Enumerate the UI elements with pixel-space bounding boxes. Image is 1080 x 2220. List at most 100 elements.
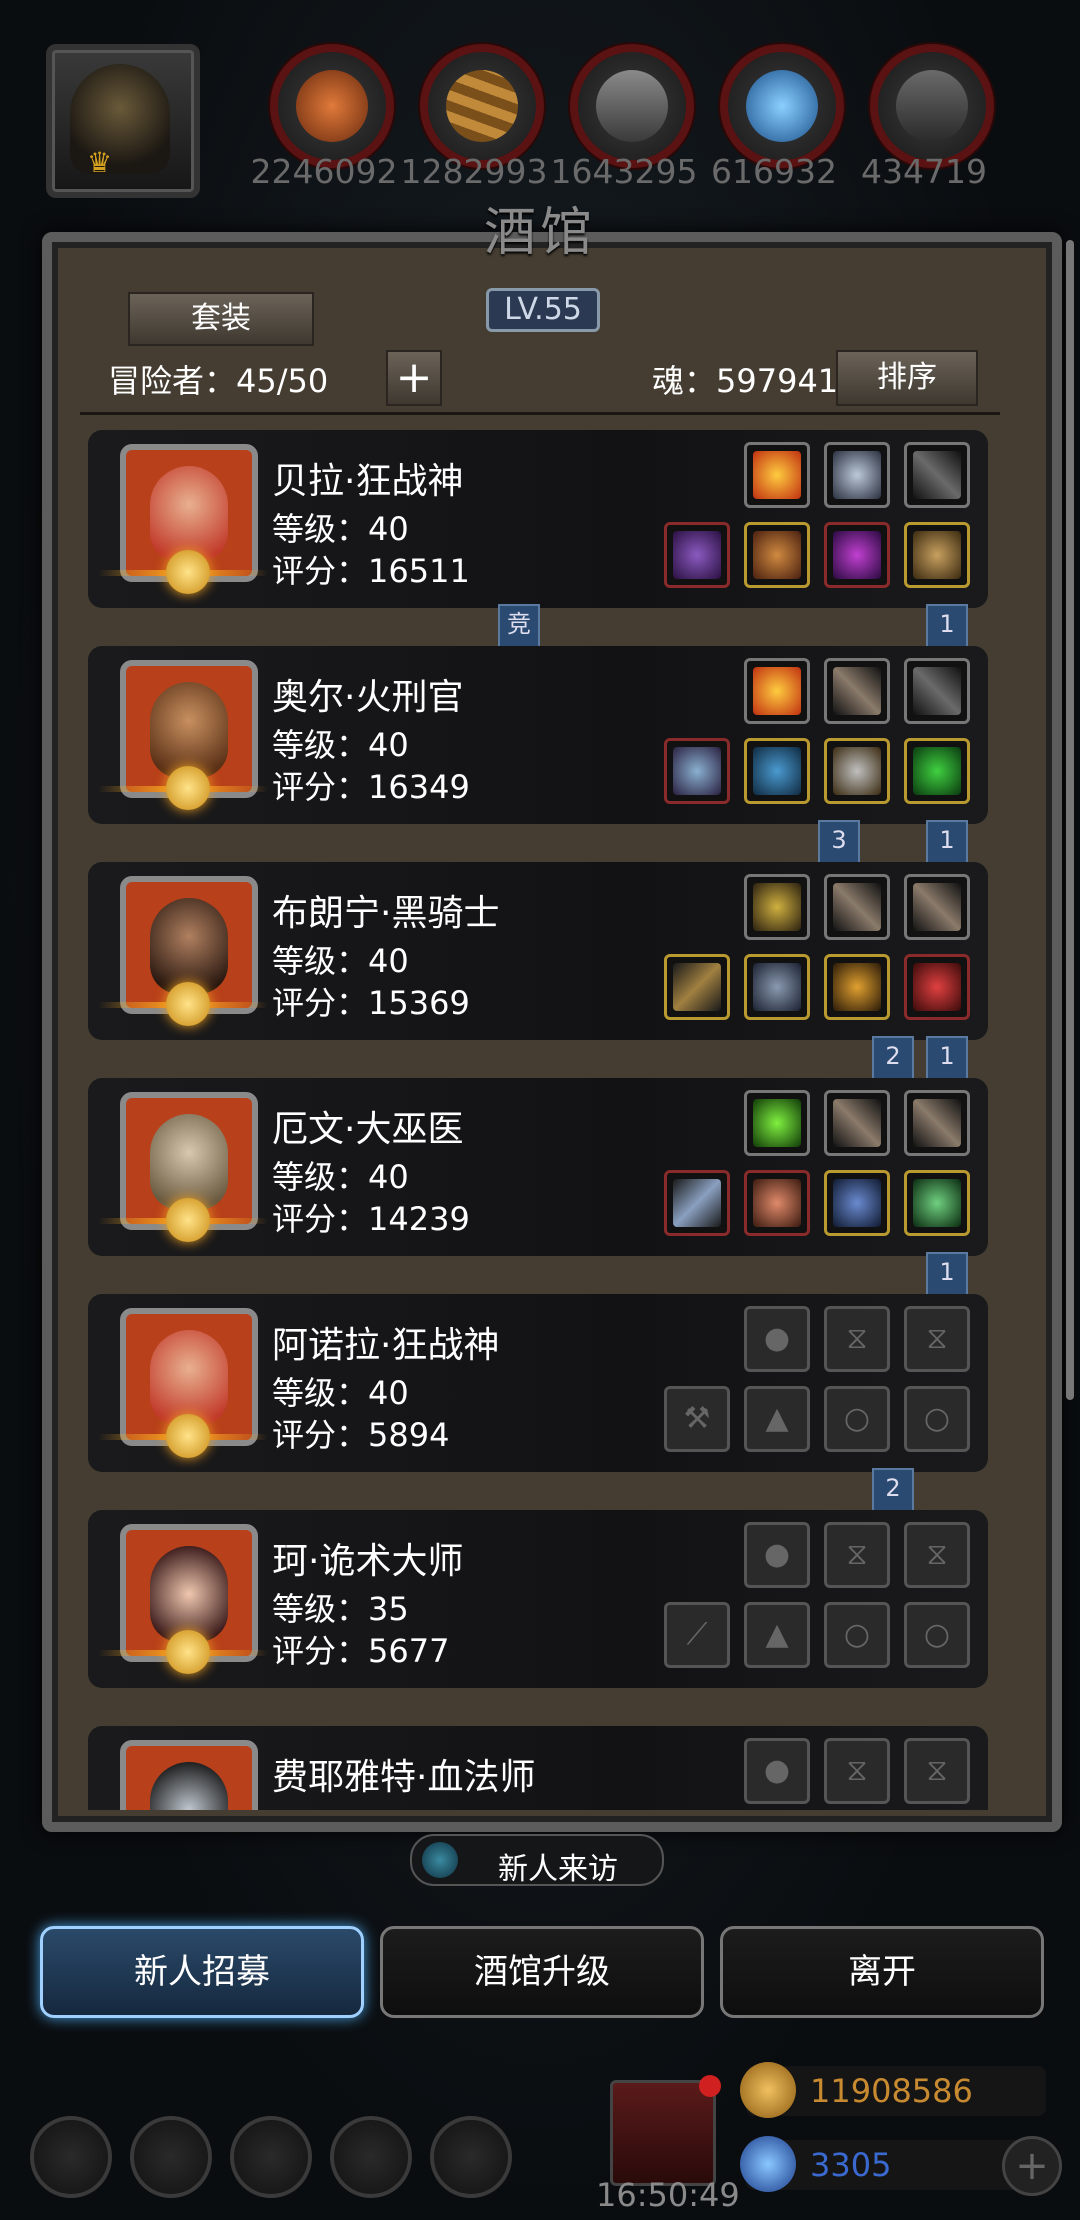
shield-skill-icon[interactable] xyxy=(744,874,810,940)
hourglass-placeholder-icon: ⧖ xyxy=(846,1753,868,1788)
axe-equip-icon[interactable] xyxy=(664,738,730,804)
player-avatar[interactable]: ♛ xyxy=(46,44,200,198)
empty-ring-slot[interactable]: ○ xyxy=(824,1386,890,1452)
empty-skill-slot[interactable]: ⧖ xyxy=(824,1738,890,1804)
empty-armor-slot[interactable]: ▲ xyxy=(744,1602,810,1668)
wood-resource-value: 1282993 xyxy=(400,152,548,191)
meat-resource-icon[interactable] xyxy=(270,44,394,168)
hero-score: 评分：15369 xyxy=(272,984,470,1022)
staff-equip-icon[interactable] xyxy=(664,1170,730,1236)
empty-skill-slot[interactable]: ⧖ xyxy=(904,1522,970,1588)
armor-placeholder-icon: ▲ xyxy=(765,1617,789,1652)
empty-ring-slot[interactable]: ○ xyxy=(904,1602,970,1668)
empty-skill-slot[interactable]: ● xyxy=(744,1306,810,1372)
hourglass-placeholder-icon: ⧖ xyxy=(926,1321,948,1356)
empty-ring-slot[interactable]: ○ xyxy=(824,1602,890,1668)
star-icon[interactable] xyxy=(130,2116,212,2198)
fire-skill-icon[interactable] xyxy=(744,658,810,724)
sort-button[interactable]: 排序 xyxy=(836,350,978,406)
fire-skill-icon[interactable] xyxy=(744,442,810,508)
iron-resource-icon[interactable] xyxy=(870,44,994,168)
blade-skill-icon[interactable] xyxy=(824,874,890,940)
amulet-equip-icon[interactable] xyxy=(904,738,970,804)
empty-skill-slot[interactable]: ⧖ xyxy=(904,1306,970,1372)
gift-box-icon[interactable] xyxy=(610,2075,721,2186)
timer-text: 16:50:49 xyxy=(596,2176,740,2214)
gold-value: 11908586 xyxy=(810,2072,973,2110)
hero-card[interactable]: 贝拉·狂战神 等级：40 评分：16511 xyxy=(88,430,988,608)
hero-card[interactable]: 费耶雅特·血法师 ● ⧖ ⧖ xyxy=(88,1726,988,1810)
empty-skill-slot[interactable]: ⧖ xyxy=(824,1522,890,1588)
flame-placeholder-icon: ● xyxy=(763,1537,791,1572)
helmet-equip-icon[interactable] xyxy=(824,522,890,588)
hero-score: 评分：5677 xyxy=(272,1632,450,1670)
scrollbar[interactable] xyxy=(1066,240,1074,1400)
blade-skill-icon[interactable] xyxy=(904,874,970,940)
hero-portrait xyxy=(120,1740,258,1810)
feather-skill-icon[interactable] xyxy=(904,442,970,508)
axe-equip-icon[interactable] xyxy=(664,522,730,588)
settings-gear-icon[interactable] xyxy=(30,2116,112,2198)
hero-name: 厄文·大巫医 xyxy=(272,1109,464,1150)
plus-icon[interactable]: + xyxy=(386,350,442,406)
empty-skill-slot[interactable]: ● xyxy=(744,1738,810,1804)
add-currency-icon[interactable]: + xyxy=(1002,2136,1062,2196)
amulet-equip-icon[interactable] xyxy=(824,954,890,1020)
leave-button[interactable]: 离开 xyxy=(720,1926,1044,2018)
recruit-button[interactable]: 新人招募 xyxy=(40,1926,364,2018)
crossbow-equip-icon[interactable] xyxy=(664,954,730,1020)
panel-title: 酒馆 xyxy=(483,203,596,263)
amulet-equip-icon[interactable] xyxy=(904,522,970,588)
feather-skill-icon[interactable] xyxy=(904,658,970,724)
blade-skill-icon[interactable] xyxy=(824,658,890,724)
hero-name: 贝拉·狂战神 xyxy=(272,461,464,502)
mail-icon[interactable] xyxy=(330,2116,412,2198)
upgrade-tavern-button[interactable]: 酒馆升级 xyxy=(380,1926,704,2018)
helmet-equip-icon[interactable] xyxy=(824,738,890,804)
hero-card[interactable]: 阿诺拉·狂战神 等级：40 评分：5894 ● ⧖ ⧖ ⚒ ▲ ○ ○ xyxy=(88,1294,988,1472)
hero-level: 等级：35 xyxy=(272,1590,409,1628)
stone-resource-icon[interactable] xyxy=(570,44,694,168)
gold-coin-icon xyxy=(740,2062,796,2118)
empty-ring-slot[interactable]: ○ xyxy=(904,1386,970,1452)
potion-equip-icon[interactable] xyxy=(904,954,970,1020)
empty-skill-slot[interactable]: ⧖ xyxy=(904,1738,970,1804)
rank-medal-icon xyxy=(166,766,210,810)
flame-placeholder-icon: ● xyxy=(763,1753,791,1788)
chest-icon[interactable] xyxy=(430,2116,512,2198)
hero-card[interactable]: 珂·诡术大师 等级：35 评分：5677 ● ⧖ ⧖ ⟋ ▲ ○ ○ xyxy=(88,1510,988,1688)
empty-weapon-slot[interactable]: ⟋ xyxy=(664,1602,730,1668)
blade-skill-icon[interactable] xyxy=(904,1090,970,1156)
hero-score: 评分：16349 xyxy=(272,768,470,806)
adventurer-count: 冒险者：45/50 xyxy=(108,362,329,400)
armor-equip-icon[interactable] xyxy=(744,954,810,1020)
blade-skill-icon[interactable] xyxy=(824,1090,890,1156)
amulet-equip-icon[interactable] xyxy=(824,1170,890,1236)
empty-weapon-slot[interactable]: ⚒ xyxy=(664,1386,730,1452)
armor-equip-icon[interactable] xyxy=(744,738,810,804)
tavern-icon[interactable] xyxy=(230,2116,312,2198)
hero-card[interactable]: 奥尔·火刑官 等级：40 评分：16349 xyxy=(88,646,988,824)
crown-skill-icon[interactable] xyxy=(824,442,890,508)
empty-armor-slot[interactable]: ▲ xyxy=(744,1386,810,1452)
empty-skill-slot[interactable]: ⧖ xyxy=(824,1306,890,1372)
hourglass-placeholder-icon: ⧖ xyxy=(846,1321,868,1356)
poison-skill-icon[interactable] xyxy=(744,1090,810,1156)
rank-medal-icon xyxy=(166,1198,210,1242)
empty-skill-slot[interactable]: ● xyxy=(744,1522,810,1588)
gold-counter: 11908586 xyxy=(740,2062,1046,2118)
ring-placeholder-icon: ○ xyxy=(923,1401,951,1436)
ring-equip-icon[interactable] xyxy=(904,1170,970,1236)
hero-list[interactable]: 贝拉·狂战神 等级：40 评分：16511 竞 1 奥尔·火刑官 等级：40 评… xyxy=(88,430,988,1810)
visitor-button[interactable]: 新人来访 xyxy=(410,1834,664,1887)
armor-equip-icon[interactable] xyxy=(744,522,810,588)
armor-equip-icon[interactable] xyxy=(744,1170,810,1236)
visitor-button-label: 新人来访 xyxy=(498,1852,618,1887)
hero-name: 布朗宁·黑骑士 xyxy=(272,893,500,934)
suit-button[interactable]: 套装 xyxy=(128,292,314,346)
hero-score: 评分：16511 xyxy=(272,552,470,590)
wood-resource-icon[interactable] xyxy=(420,44,544,168)
hero-card[interactable]: 布朗宁·黑骑士 等级：40 评分：15369 xyxy=(88,862,988,1040)
crystal-resource-icon[interactable] xyxy=(720,44,844,168)
hero-card[interactable]: 厄文·大巫医 等级：40 评分：14239 xyxy=(88,1078,988,1256)
